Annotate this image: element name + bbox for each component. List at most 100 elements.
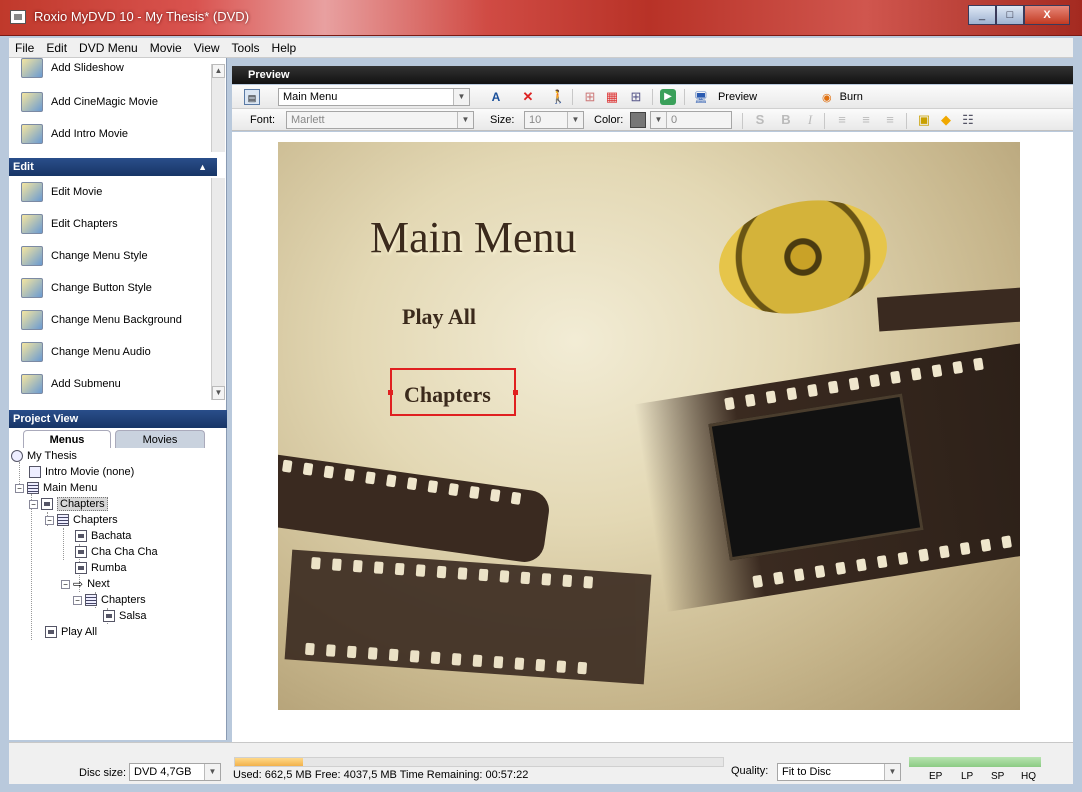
collapse-icon[interactable]: −: [45, 515, 54, 525]
task-change-button-style[interactable]: Change Button Style: [21, 274, 152, 302]
size-label: Size:: [490, 114, 515, 126]
collapse-icon[interactable]: −: [61, 579, 70, 589]
add-scrollbar[interactable]: ▲: [211, 64, 225, 152]
align-icon[interactable]: ⊞: [582, 89, 598, 105]
menu-button-chapters[interactable]: Chapters: [404, 382, 491, 408]
highlight-icon[interactable]: ◆: [938, 112, 954, 128]
resize-handle-left[interactable]: [388, 390, 393, 395]
menu-edit[interactable]: Edit: [40, 41, 73, 55]
align-center-icon[interactable]: ≡: [858, 112, 874, 128]
menu-tools[interactable]: Tools: [226, 41, 266, 55]
menu-dvd-menu[interactable]: DVD Menu: [73, 41, 144, 55]
tree-sub-chapters[interactable]: − Chapters: [73, 592, 146, 608]
task-change-menu-background[interactable]: Change Menu Background: [21, 306, 182, 334]
tab-menus[interactable]: Menus: [23, 430, 111, 448]
tree-item-bachata[interactable]: Bachata: [75, 528, 131, 544]
chevron-down-icon[interactable]: ▼: [651, 112, 667, 128]
bold-button[interactable]: B: [778, 112, 794, 128]
add-text-icon[interactable]: A: [488, 89, 504, 105]
close-button[interactable]: X: [1024, 5, 1070, 25]
menu-file[interactable]: File: [9, 41, 40, 55]
menu-list-icon[interactable]: ▤: [244, 89, 260, 105]
button-frame-icon[interactable]: ▣: [916, 112, 932, 128]
menu-button-chapters-selection[interactable]: Chapters: [388, 368, 518, 416]
size-select[interactable]: 10 ▼: [524, 111, 584, 129]
menu-select[interactable]: Main Menu ▼: [278, 88, 470, 106]
menu-movie[interactable]: Movie: [144, 41, 188, 55]
align-right-icon[interactable]: ≡: [882, 112, 898, 128]
task-edit-movie[interactable]: Edit Movie: [21, 178, 102, 206]
play-preview-icon[interactable]: ▶: [660, 89, 676, 105]
menu-icon: [27, 482, 39, 494]
color-swatch[interactable]: [630, 112, 646, 128]
tree-item-cha-cha-cha[interactable]: Cha Cha Cha: [75, 544, 158, 560]
tree-root[interactable]: My Thesis: [11, 448, 77, 464]
film-strip-bottom: [284, 549, 652, 685]
disc-usage-fill: [235, 758, 304, 766]
preview-button[interactable]: 🖥 Preview: [694, 88, 757, 106]
tree-intro-movie[interactable]: Intro Movie (none): [29, 464, 134, 480]
tree-play-all[interactable]: Play All: [45, 624, 97, 640]
safe-area-icon[interactable]: ⊞: [628, 89, 644, 105]
task-change-menu-style[interactable]: Change Menu Style: [21, 242, 148, 270]
quality-mode-hq[interactable]: HQ: [1021, 771, 1036, 782]
tree-chapters-button[interactable]: − Chapters: [29, 496, 108, 512]
menu-preview-stage[interactable]: Main Menu Play All Chapters: [278, 142, 1020, 710]
task-add-cinemagic[interactable]: Add CineMagic Movie: [21, 88, 158, 116]
tab-movies[interactable]: Movies: [115, 430, 205, 448]
scroll-down-icon[interactable]: ▼: [212, 386, 225, 400]
chevron-down-icon[interactable]: ▼: [457, 112, 473, 128]
color-select[interactable]: ▼ 0: [650, 111, 732, 129]
resize-handle-right[interactable]: [513, 390, 518, 395]
chevron-down-icon[interactable]: ▼: [567, 112, 583, 128]
window-controls: _ □ X: [968, 5, 1070, 25]
delete-icon[interactable]: ✕: [520, 89, 536, 105]
collapse-icon[interactable]: −: [73, 595, 82, 605]
align-left-icon[interactable]: ≡: [834, 112, 850, 128]
menu-help[interactable]: Help: [266, 41, 303, 55]
tree-chapters-menu[interactable]: − Chapters: [45, 512, 118, 528]
italic-button[interactable]: I: [802, 112, 818, 128]
quality-select[interactable]: Fit to Disc ▼: [777, 763, 901, 781]
disc-size-select[interactable]: DVD 4,7GB ▼: [129, 763, 221, 781]
tree-label: Chapters: [101, 594, 146, 606]
intro-movie-icon: [21, 124, 43, 144]
collapse-icon[interactable]: ▲: [198, 158, 207, 176]
edit-scrollbar[interactable]: ▼: [211, 178, 225, 400]
scroll-up-icon[interactable]: ▲: [212, 64, 225, 78]
shadow-button[interactable]: S: [752, 112, 768, 128]
menu-button-play-all[interactable]: Play All: [402, 304, 476, 330]
quality-mode-lp[interactable]: LP: [961, 771, 973, 782]
font-select[interactable]: Marlett ▼: [286, 111, 474, 129]
task-change-menu-audio[interactable]: Change Menu Audio: [21, 338, 151, 366]
quality-mode-sp[interactable]: SP: [991, 771, 1004, 782]
maximize-button[interactable]: □: [996, 5, 1024, 25]
grid-icon[interactable]: ▦: [604, 89, 620, 105]
film-strip-left: [278, 451, 552, 565]
burn-button[interactable]: ◉ Burn: [822, 88, 863, 106]
chevron-down-icon[interactable]: ▼: [204, 764, 220, 780]
task-add-intro-movie[interactable]: Add Intro Movie: [21, 120, 128, 148]
tree-item-rumba[interactable]: Rumba: [75, 560, 126, 576]
menu-view[interactable]: View: [188, 41, 226, 55]
tree-main-menu[interactable]: − Main Menu: [15, 480, 97, 496]
quality-mode-ep[interactable]: EP: [929, 771, 942, 782]
tree-next[interactable]: − ⇨ Next: [61, 576, 110, 592]
slideshow-icon: [21, 58, 43, 78]
menu-title-text[interactable]: Main Menu: [370, 212, 577, 263]
properties-icon[interactable]: ☷: [960, 112, 976, 128]
task-add-slideshow[interactable]: Add Slideshow: [21, 54, 124, 82]
menu-style-icon: [21, 246, 43, 266]
task-add-submenu[interactable]: Add Submenu: [21, 370, 121, 398]
motion-icon[interactable]: 🚶: [550, 89, 566, 105]
minimize-button[interactable]: _: [968, 5, 996, 25]
chevron-down-icon[interactable]: ▼: [453, 89, 469, 105]
collapse-icon[interactable]: −: [29, 499, 38, 509]
edit-panel-header[interactable]: Edit ▲: [9, 158, 217, 176]
task-label: Add Intro Movie: [51, 128, 129, 140]
collapse-icon[interactable]: −: [15, 483, 24, 493]
tree-label: Bachata: [91, 530, 132, 542]
task-edit-chapters[interactable]: Edit Chapters: [21, 210, 118, 238]
tree-item-salsa[interactable]: Salsa: [103, 608, 147, 624]
chevron-down-icon[interactable]: ▼: [884, 764, 900, 780]
